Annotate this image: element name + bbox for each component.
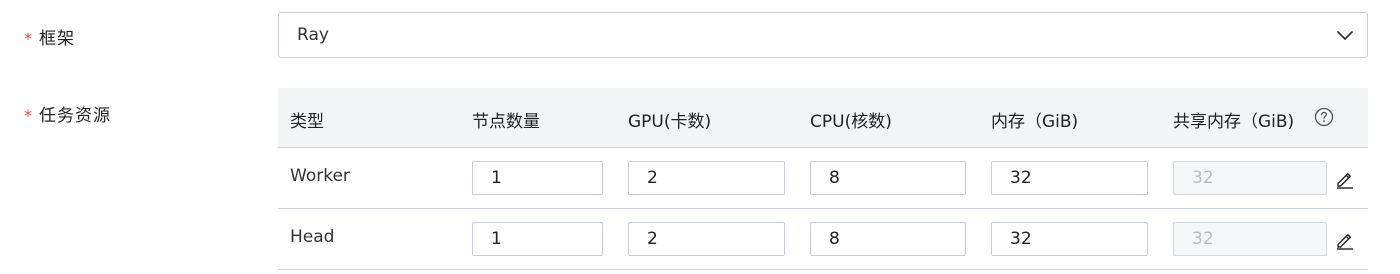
framework-label: * 框架 xyxy=(24,24,75,49)
row-type: Head xyxy=(290,227,335,247)
framework-select[interactable]: Ray xyxy=(278,12,1368,58)
header-shared-memory: 共享内存（GiB) xyxy=(1173,112,1295,132)
required-mark: * xyxy=(24,29,33,48)
table-header: 类型 节点数量 GPU(卡数) CPU(核数) 内存（GiB) 共享内存（GiB… xyxy=(278,88,1368,148)
row-type: Worker xyxy=(290,166,350,186)
worker-nodes-input[interactable] xyxy=(472,161,603,195)
required-mark: * xyxy=(24,106,33,125)
resources-table: 类型 节点数量 GPU(卡数) CPU(核数) 内存（GiB) 共享内存（GiB… xyxy=(278,88,1368,274)
head-gpu-input[interactable] xyxy=(628,222,785,256)
header-memory: 内存（GiB) xyxy=(991,112,1079,132)
head-shared-memory-input xyxy=(1173,222,1327,256)
table-row-worker: Worker xyxy=(278,148,1368,209)
worker-gpu-input[interactable] xyxy=(628,161,785,195)
header-cpu: CPU(核数) xyxy=(810,112,892,132)
header-nodes: 节点数量 xyxy=(472,112,540,132)
header-type: 类型 xyxy=(290,112,324,132)
question-circle-icon[interactable] xyxy=(1314,107,1334,127)
framework-label-text: 框架 xyxy=(39,29,75,49)
head-cpu-input[interactable] xyxy=(810,222,966,256)
pencil-icon[interactable] xyxy=(1335,230,1355,250)
pencil-icon[interactable] xyxy=(1335,169,1355,189)
worker-cpu-input[interactable] xyxy=(810,161,966,195)
worker-memory-input[interactable] xyxy=(991,161,1148,195)
framework-select-value: Ray xyxy=(297,25,329,45)
head-memory-input[interactable] xyxy=(991,222,1148,256)
task-resources-label: * 任务资源 xyxy=(24,101,111,126)
head-nodes-input[interactable] xyxy=(472,222,603,256)
header-gpu: GPU(卡数) xyxy=(628,112,712,132)
worker-shared-memory-input xyxy=(1173,161,1327,195)
table-row-head: Head xyxy=(278,209,1368,270)
chevron-down-icon xyxy=(1337,31,1353,40)
task-resources-label-text: 任务资源 xyxy=(39,106,111,126)
